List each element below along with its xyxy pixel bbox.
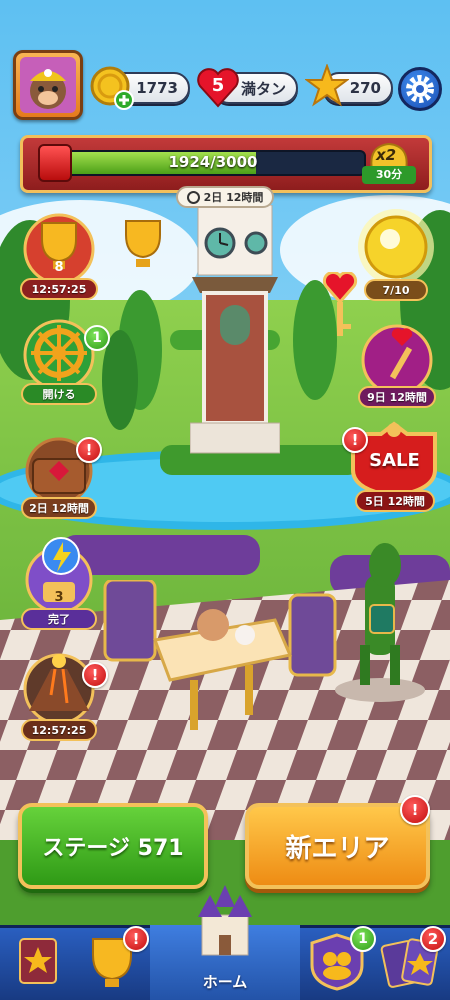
key-event-label: 9日 12時間 <box>358 386 436 408</box>
sale-event-label: 5日 12時間 <box>355 490 435 512</box>
chest-event-label: 2日 12時間 <box>21 497 97 519</box>
tea-table <box>103 580 337 730</box>
floating-trophy-icon <box>125 220 161 267</box>
nav-home-button[interactable]: ホーム <box>150 885 300 1000</box>
new-area-button-label: 新エリア <box>285 833 390 864</box>
game-scene: 1773 満タン 5 270 1924/3000 x2 30分 2日 12時間 … <box>0 0 450 1000</box>
stage-button[interactable]: ステージ 571 <box>18 803 208 889</box>
lives-count: 5 <box>211 75 225 96</box>
avatar-icon <box>20 57 76 113</box>
lightning-event[interactable]: 3 完了 <box>15 530 103 632</box>
nav-trophy-alert: ! <box>123 926 149 952</box>
star-count: 270 <box>349 79 381 97</box>
clock-icon <box>186 190 200 204</box>
key-event[interactable]: 9日 12時間 <box>352 320 442 412</box>
heart-key-icon <box>361 324 433 396</box>
event-timer: 2日 12時間 <box>176 186 274 208</box>
nav-home-label: ホーム <box>202 973 248 991</box>
avatar-button[interactable] <box>13 50 83 120</box>
gear-icon <box>406 75 434 103</box>
multiplier-badge: x2 30分 <box>362 140 416 184</box>
lightning-event-label: 完了 <box>21 608 97 630</box>
coin-icon <box>90 66 134 110</box>
trophy-count: 8 <box>54 260 64 275</box>
wheel-event-label: 開ける <box>21 383 97 405</box>
volcano-event-label: 12:57:25 <box>21 719 97 741</box>
lives-status: 満タン <box>240 79 286 98</box>
star-icon <box>305 64 349 107</box>
trophy-event[interactable]: 8 12:57:25 <box>18 205 100 300</box>
nav-collection-button[interactable] <box>0 925 75 1000</box>
glowing-orb-icon <box>358 209 434 285</box>
new-area-alert: ! <box>400 795 430 825</box>
volcano-event-alert: ! <box>82 662 108 688</box>
castle-icon <box>198 885 252 956</box>
nav-cards-badge: 2 <box>420 926 446 952</box>
topiary-deer <box>335 543 425 702</box>
settings-button[interactable] <box>398 67 442 111</box>
orb-event-label: 7/10 <box>364 279 428 301</box>
clock-tower <box>190 205 280 454</box>
multiplier-text: x2 <box>376 146 397 164</box>
wheel-event-badge: 1 <box>84 325 110 351</box>
lightning-count: 3 <box>54 590 64 605</box>
chest-event-alert: ! <box>76 437 102 463</box>
trophy-event-label: 12:57:25 <box>20 278 98 300</box>
sale-event-alert: ! <box>342 427 368 453</box>
book-star-icon <box>19 938 57 984</box>
stage-button-label: ステージ 571 <box>42 836 184 861</box>
nav-team-badge: 1 <box>350 926 376 952</box>
event-timer-text: 2日 12時間 <box>203 191 264 204</box>
sale-title: SALE <box>369 450 420 471</box>
coin-count: 1773 <box>136 79 178 97</box>
multiplier-time: 30分 <box>362 166 416 184</box>
orb-event[interactable]: 7/10 <box>350 205 442 305</box>
progress-text: 1924/3000 <box>168 153 258 171</box>
volcano-event[interactable]: 12:57:25 <box>15 645 103 745</box>
gem-icon <box>38 144 72 182</box>
